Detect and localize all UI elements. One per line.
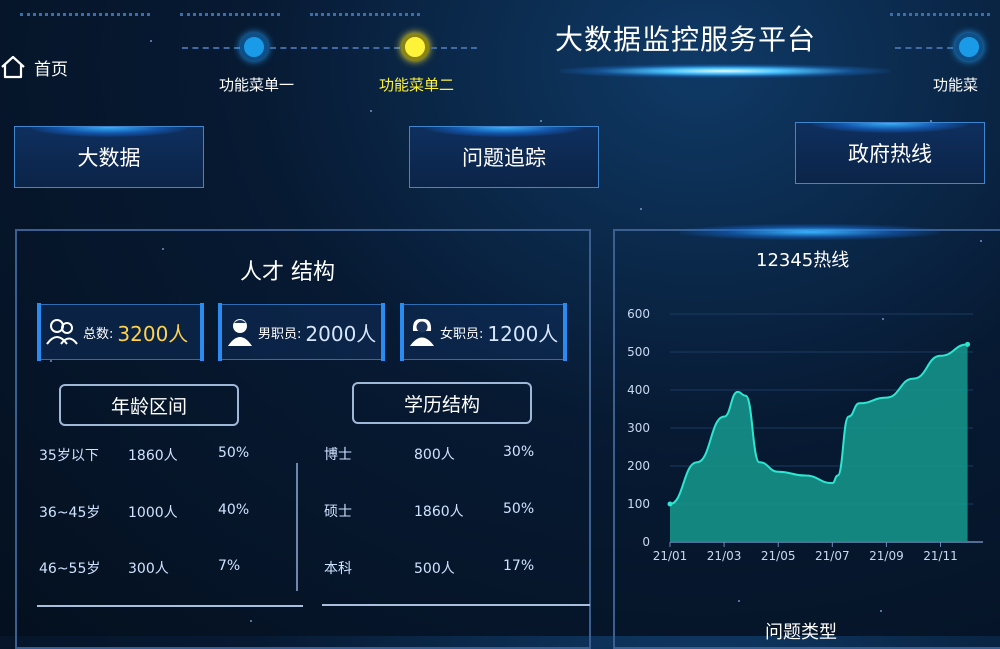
x-tick-label: 21/09 xyxy=(869,549,904,563)
x-tick-label: 21/03 xyxy=(707,549,742,563)
issue-tracking-button[interactable]: 问题追踪 xyxy=(409,126,599,188)
age-range: 36~45岁 xyxy=(39,505,101,521)
page-title: 大数据监控服务平台 xyxy=(555,23,817,56)
hotline-chart: 0 100 200 300 400 500 600 21/01 21/03 21/05 21/07 2… xyxy=(627,307,983,563)
female-user-icon xyxy=(410,318,434,346)
edu-level: 本科 xyxy=(324,561,352,577)
age-count: 1860人 xyxy=(128,448,178,464)
edu-level: 博士 xyxy=(324,447,352,463)
table-underline-right xyxy=(322,604,590,606)
step-label-3[interactable]: 功能菜 xyxy=(933,74,1000,95)
age-pct: 50% xyxy=(218,445,250,461)
stat-male: 男职员: 2000人 xyxy=(218,303,385,361)
step-connector xyxy=(431,47,477,49)
age-range-button[interactable]: 年龄区间 xyxy=(59,384,239,426)
edu-count: 1860人 xyxy=(414,504,464,520)
hotline-glow xyxy=(680,224,940,240)
y-tick-label: 100 xyxy=(627,497,650,511)
top-decoration-right xyxy=(890,13,990,16)
issue-tracking-label: 问题追踪 xyxy=(462,146,546,170)
age-count: 1000人 xyxy=(128,505,178,521)
top-decoration xyxy=(310,13,420,16)
age-range-label: 年龄区间 xyxy=(110,395,187,418)
step-connector xyxy=(895,47,953,49)
data-point xyxy=(667,501,673,507)
edu-count: 500人 xyxy=(414,561,455,577)
step-connector xyxy=(270,47,400,49)
step-dot-1[interactable] xyxy=(240,33,268,61)
age-range: 35岁以下 xyxy=(39,448,99,464)
stat-female: 女职员: 1200人 xyxy=(400,303,567,361)
male-user-icon xyxy=(228,319,252,346)
age-pct: 7% xyxy=(218,558,241,574)
top-decoration-left xyxy=(20,13,150,16)
big-data-button[interactable]: 大数据 xyxy=(14,126,204,188)
talent-title: 人才 结构 xyxy=(240,260,335,285)
x-tick-label: 21/05 xyxy=(761,549,796,563)
step-dot-2[interactable] xyxy=(401,33,429,61)
step-dot-3[interactable] xyxy=(955,33,983,61)
stat-male-value: 2000人 xyxy=(305,321,377,346)
gov-hotline-label: 政府热线 xyxy=(848,142,932,166)
top-decoration xyxy=(180,13,280,16)
stat-total-label: 总数: xyxy=(83,326,114,342)
y-tick-label: 500 xyxy=(627,345,650,359)
y-tick-label: 200 xyxy=(627,459,650,473)
step-label-1[interactable]: 功能菜单一 xyxy=(219,74,294,95)
chart-title: 12345热线 xyxy=(756,250,850,271)
issue-type-title: 问题类型 xyxy=(765,622,837,643)
x-tick-label: 21/11 xyxy=(923,549,958,563)
age-pct: 40% xyxy=(218,502,250,518)
stat-female-label: 女职员: xyxy=(440,326,484,342)
big-data-label: 大数据 xyxy=(77,146,141,170)
group-icon xyxy=(46,319,78,345)
edu-pct: 17% xyxy=(503,558,535,574)
home-label: 首页 xyxy=(34,59,68,80)
stat-total-value: 3200人 xyxy=(117,321,189,346)
x-tick-label: 21/07 xyxy=(815,549,850,563)
table-underline-left xyxy=(37,605,303,607)
education-button[interactable]: 学历结构 xyxy=(352,382,532,424)
step-label-2[interactable]: 功能菜单二 xyxy=(379,74,454,95)
stat-female-value: 1200人 xyxy=(487,321,559,346)
x-tick-label: 21/01 xyxy=(653,549,688,563)
home-icon xyxy=(1,55,25,79)
gov-hotline-button[interactable]: 政府热线 xyxy=(795,122,985,184)
y-tick-label: 600 xyxy=(627,307,650,321)
step-connector xyxy=(182,47,240,49)
y-tick-label: 300 xyxy=(627,421,650,435)
stat-total: 总数: 3200人 xyxy=(37,303,204,361)
title-glow xyxy=(560,64,890,78)
y-tick-label: 400 xyxy=(627,383,650,397)
edu-pct: 50% xyxy=(503,501,535,517)
stat-male-label: 男职员: xyxy=(258,326,302,342)
edu-count: 800人 xyxy=(414,447,455,463)
edu-pct: 30% xyxy=(503,444,535,460)
table-divider xyxy=(296,463,298,591)
education-label: 学历结构 xyxy=(403,393,480,416)
age-range: 46~55岁 xyxy=(39,561,101,577)
age-count: 300人 xyxy=(128,561,169,577)
home-link[interactable]: 首页 xyxy=(0,54,68,80)
y-tick-label: 0 xyxy=(642,535,650,549)
edu-level: 硕士 xyxy=(324,504,352,520)
talent-structure-panel xyxy=(15,229,591,649)
data-point xyxy=(965,341,971,347)
